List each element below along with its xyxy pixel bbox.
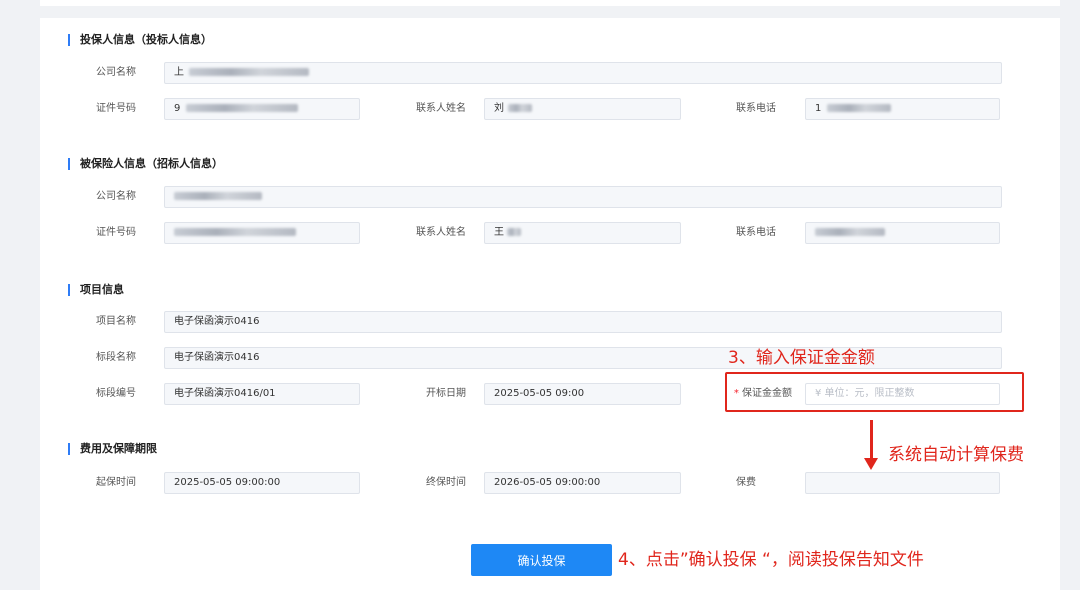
insurer-contact-field[interactable]: 刘: [484, 98, 681, 120]
insurer-contact-label: 联系人姓名: [416, 103, 466, 114]
open-date-field[interactable]: 2025-05-05 09:00: [484, 383, 681, 405]
section-name-label: 标段名称: [96, 352, 136, 363]
insured-phone-field[interactable]: [805, 222, 1000, 244]
insurer-phone-value: 1: [815, 103, 822, 114]
section-no-label: 标段编号: [96, 388, 136, 399]
insurer-section-title: 投保人信息（投标人信息）: [68, 34, 212, 46]
premium-field[interactable]: [805, 472, 1000, 494]
premium-label: 保费: [736, 477, 756, 488]
insurer-id-field[interactable]: 9: [164, 98, 360, 120]
start-time-field[interactable]: 2025-05-05 09:00:00: [164, 472, 360, 494]
insured-section-title: 被保险人信息（招标人信息）: [68, 158, 223, 170]
annotation-highlight-box: [725, 372, 1024, 412]
redacted-contact: [508, 104, 533, 112]
project-name-label: 项目名称: [96, 316, 136, 327]
insurer-contact-value: 刘: [494, 103, 504, 114]
previous-card-edge: [40, 0, 1060, 6]
insured-contact-field[interactable]: 王: [484, 222, 681, 244]
insurer-id-label: 证件号码: [96, 103, 136, 114]
redacted-id: [174, 228, 296, 236]
redacted-phone: [826, 104, 891, 112]
annotation-auto-calc: 系统自动计算保费: [888, 445, 1024, 465]
insured-contact-value: 王: [494, 227, 504, 238]
insured-id-field[interactable]: [164, 222, 360, 244]
insurer-company-field[interactable]: 上: [164, 62, 1002, 84]
annotation-arrow: [870, 420, 873, 458]
insurer-company-value: 上: [174, 67, 184, 78]
insurance-form-card: 投保人信息（投标人信息） 公司名称 上 证件号码 9 联系人姓名 刘 联系电话 …: [40, 18, 1060, 590]
insured-contact-label: 联系人姓名: [416, 227, 466, 238]
redacted-id: [185, 104, 298, 112]
end-time-label: 终保时间: [426, 477, 466, 488]
insured-phone-label: 联系电话: [736, 227, 776, 238]
annotation-step3: 3、输入保证金金额: [728, 348, 875, 368]
open-date-label: 开标日期: [426, 388, 466, 399]
arrow-down-icon: [864, 458, 878, 470]
fees-section-title: 费用及保障期限: [68, 443, 157, 455]
insured-id-label: 证件号码: [96, 227, 136, 238]
redacted-company-name: [189, 68, 310, 76]
redacted-company-name: [174, 192, 262, 200]
redacted-contact: [507, 228, 522, 236]
insured-company-label: 公司名称: [96, 191, 136, 202]
insurer-phone-label: 联系电话: [736, 103, 776, 114]
start-time-label: 起保时间: [96, 477, 136, 488]
redacted-phone: [815, 228, 885, 236]
annotation-step4: 4、点击”确认投保 “，阅读投保告知文件: [618, 550, 924, 570]
insured-company-field[interactable]: [164, 186, 1002, 208]
section-name-field[interactable]: 电子保函演示0416: [164, 347, 1002, 369]
section-no-field[interactable]: 电子保函演示0416/01: [164, 383, 360, 405]
project-section-title: 项目信息: [68, 284, 124, 296]
insurer-phone-field[interactable]: 1: [805, 98, 1000, 120]
insurer-company-label: 公司名称: [96, 67, 136, 78]
confirm-insure-button[interactable]: 确认投保: [471, 544, 612, 576]
end-time-field[interactable]: 2026-05-05 09:00:00: [484, 472, 681, 494]
insurer-id-value: 9: [174, 103, 181, 114]
project-name-field[interactable]: 电子保函演示0416: [164, 311, 1002, 333]
